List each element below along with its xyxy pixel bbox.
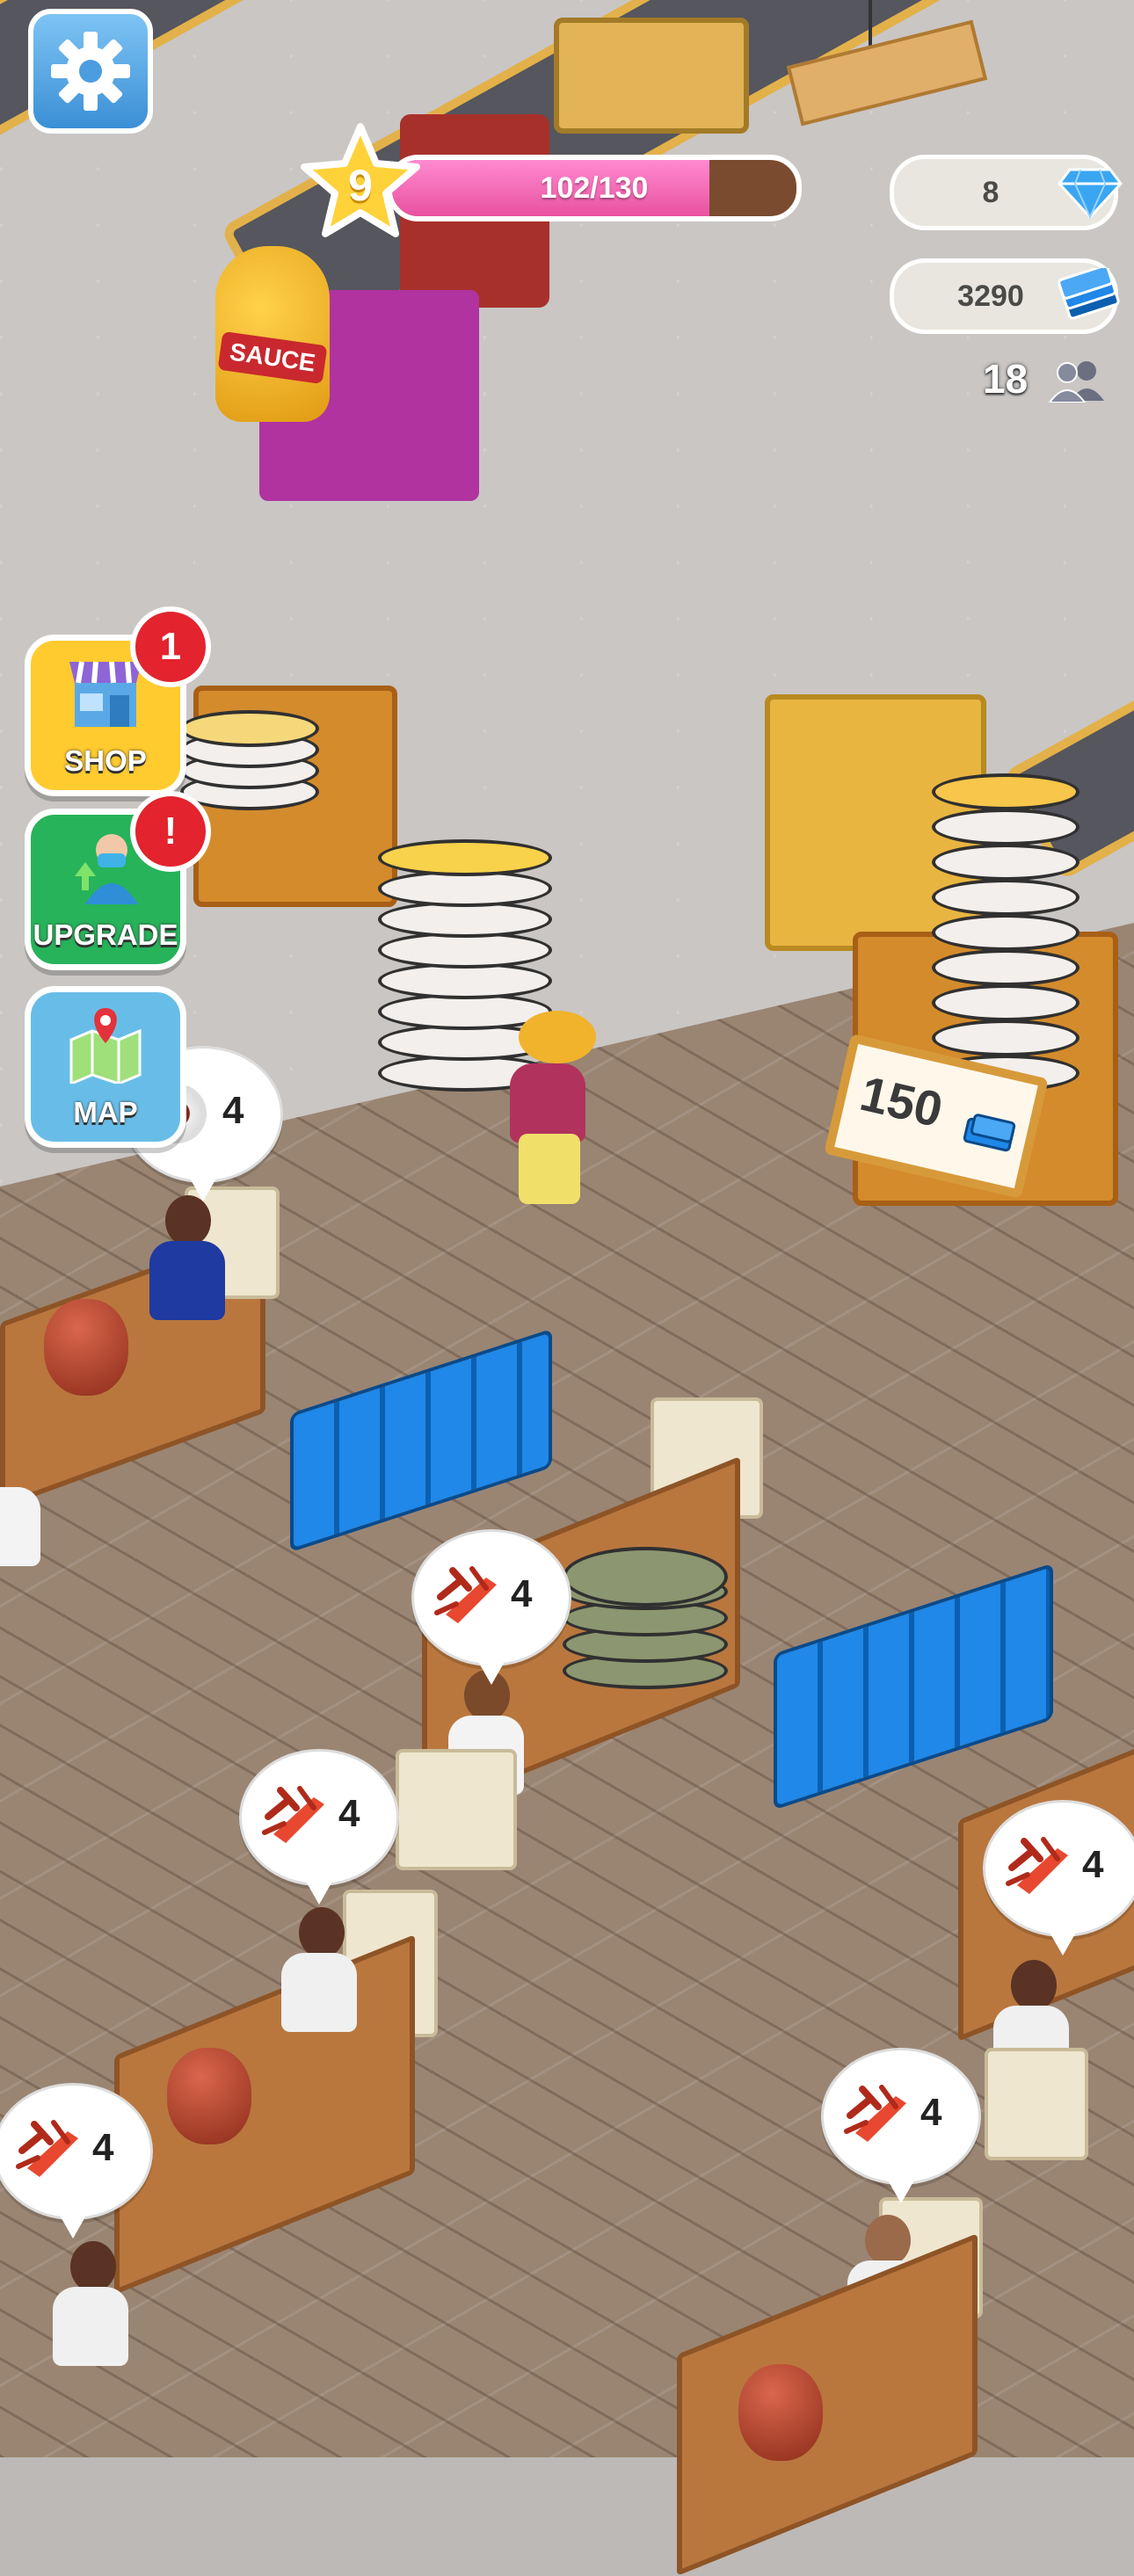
order-count: 4	[338, 1792, 360, 1835]
plate	[932, 773, 1079, 810]
order-count: 4	[222, 1089, 244, 1132]
map-button[interactable]: MAP	[25, 986, 186, 1148]
shop-icon	[69, 661, 142, 727]
plate-stack	[180, 686, 319, 817]
order-bubble: 4	[411, 1529, 571, 1685]
order-bubble: 4	[821, 2048, 981, 2203]
plate	[378, 839, 552, 876]
seafood-plate-stack	[932, 756, 1079, 1107]
cash-stack-icon	[1058, 268, 1120, 320]
lobster-icon	[1006, 1837, 1068, 1894]
gem-count: 8	[982, 176, 1000, 209]
carried-plate-stack	[378, 835, 552, 1099]
level-number: 9	[348, 161, 373, 210]
shop-notification-badge: 1	[130, 606, 211, 687]
settings-button[interactable]	[28, 9, 153, 134]
order-bubble: 4	[239, 1749, 399, 1905]
level-badge: 9	[299, 121, 422, 244]
people-icon	[1048, 361, 1104, 403]
plate	[932, 914, 1079, 951]
shop-label: SHOP	[64, 744, 147, 777]
map-icon	[69, 1008, 142, 1084]
straw-hat	[519, 1011, 596, 1063]
cash-count: 3290	[957, 279, 1024, 313]
plate	[180, 710, 319, 747]
order-count: 4	[920, 2091, 942, 2134]
plate	[932, 844, 1079, 881]
chair	[985, 2048, 1088, 2160]
plate	[932, 879, 1079, 916]
cash-icon	[963, 1114, 1016, 1152]
lobster-icon	[434, 1566, 497, 1623]
upgrade-alert-badge: !	[130, 791, 211, 872]
customer-count: 18	[983, 356, 1029, 402]
chair	[396, 1749, 517, 1870]
waiter-legs	[519, 1134, 580, 1204]
diamond-icon	[1058, 168, 1123, 220]
lobster-icon	[16, 2120, 78, 2177]
plate	[932, 809, 1079, 845]
xp-progress-bar: 102/130	[387, 155, 802, 221]
gem-counter[interactable]: 8	[890, 155, 1123, 230]
plate	[932, 949, 1079, 986]
grill-station	[554, 18, 749, 134]
order-count: 4	[1082, 1843, 1104, 1886]
xp-progress-text: 102/130	[540, 171, 649, 205]
lobster-icon	[262, 1786, 324, 1843]
waiter-body	[510, 1063, 585, 1143]
lobster-icon	[844, 2085, 906, 2142]
price-value: 150	[854, 1064, 949, 1138]
gear-icon	[51, 32, 130, 111]
plate	[932, 984, 1079, 1021]
map-label: MAP	[73, 1096, 138, 1128]
table-vase	[44, 1299, 128, 1396]
dirty-plate-stack[interactable]	[563, 1529, 728, 1705]
plate	[563, 1547, 728, 1607]
order-bubble: 4	[983, 1800, 1134, 1956]
plate	[932, 1020, 1079, 1056]
cash-counter[interactable]: 3290	[890, 258, 1120, 334]
order-bubble: 4	[0, 2083, 153, 2239]
order-count: 4	[92, 2126, 114, 2169]
table-vase	[167, 2048, 251, 2144]
upgrade-label: UPGRADE	[33, 918, 178, 951]
order-count: 4	[511, 1572, 533, 1615]
table-vase	[738, 2364, 823, 2461]
